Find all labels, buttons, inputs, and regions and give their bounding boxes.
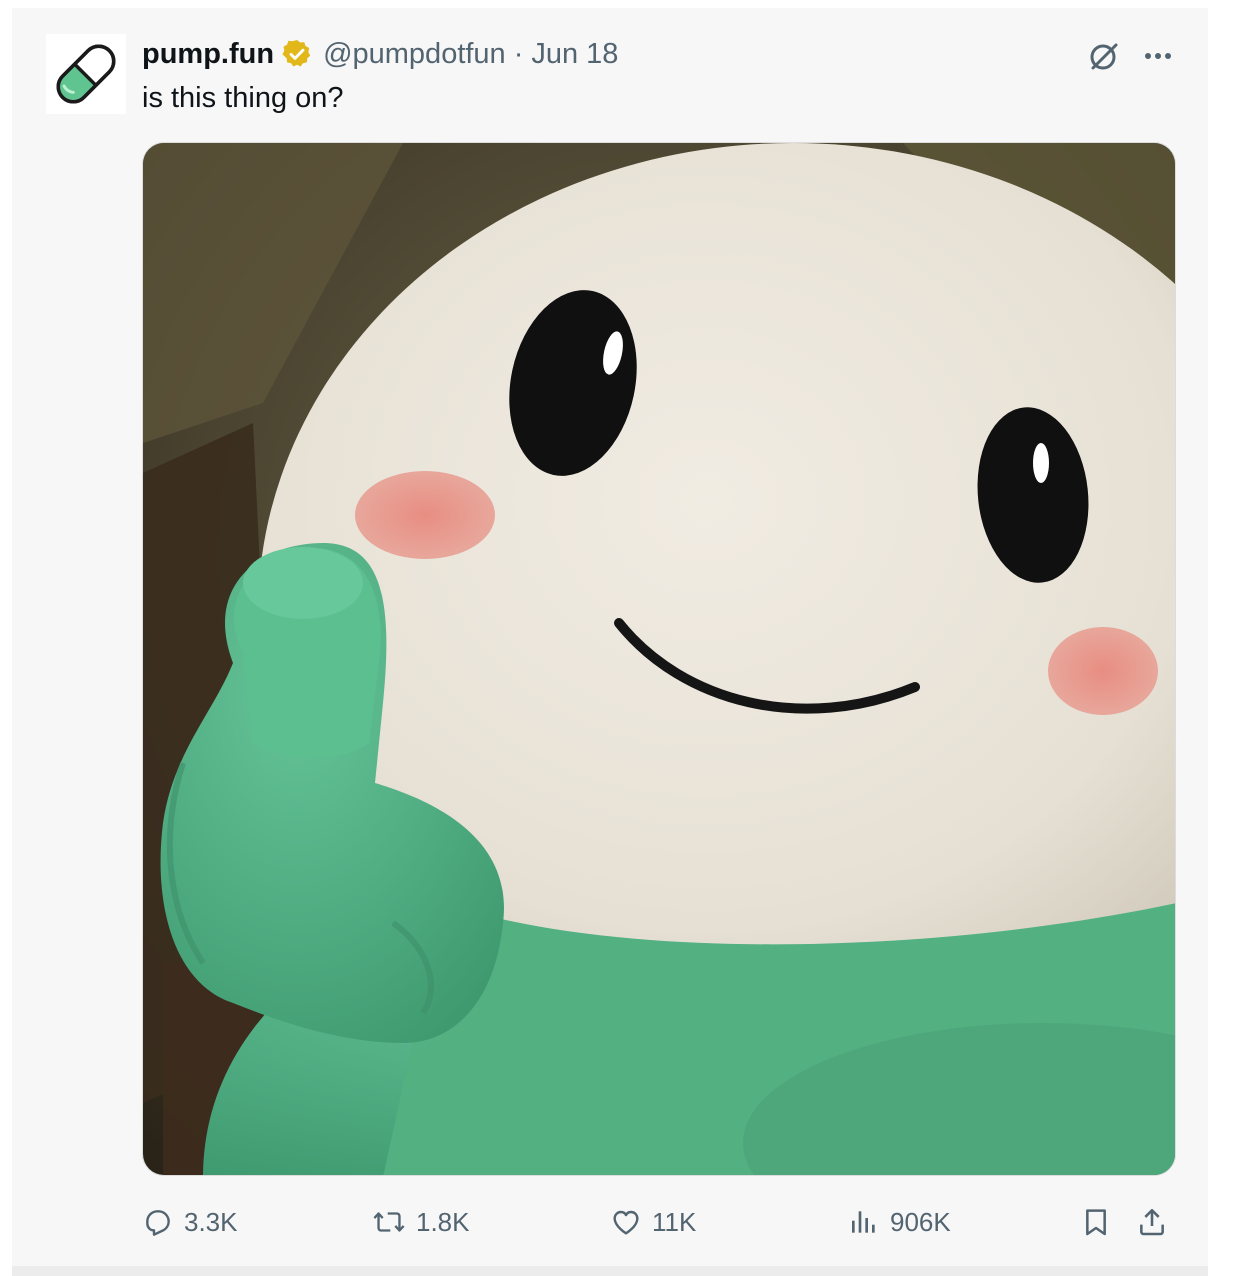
tweet-text: is this thing on? bbox=[142, 82, 344, 114]
tweet-date[interactable]: Jun 18 bbox=[531, 38, 618, 71]
page: pump.fun @pumpdotfun · Jun 18 is this th… bbox=[0, 0, 1244, 1276]
author-display-name[interactable]: pump.fun bbox=[142, 38, 274, 71]
repost-icon bbox=[373, 1212, 405, 1232]
like-button[interactable]: 11K bbox=[610, 1196, 696, 1248]
reply-count: 3.3K bbox=[184, 1206, 238, 1237]
divider bbox=[12, 1266, 1208, 1276]
like-count: 11K bbox=[652, 1206, 697, 1237]
heart-icon bbox=[613, 1210, 639, 1235]
author-handle[interactable]: @pumpdotfun bbox=[323, 38, 506, 71]
repost-count: 1.8K bbox=[416, 1206, 470, 1237]
grok-icon[interactable] bbox=[1086, 38, 1122, 74]
separator-dot: · bbox=[513, 37, 524, 70]
reply-button[interactable]: 3.3K bbox=[142, 1196, 238, 1248]
tweet-action-bar: 3.3K 1.8K 11K 906K bbox=[142, 1196, 1176, 1248]
author-avatar[interactable] bbox=[46, 34, 126, 114]
reply-icon bbox=[146, 1210, 170, 1236]
verified-badge-icon[interactable] bbox=[281, 38, 313, 70]
view-count: 906K bbox=[890, 1206, 951, 1237]
analytics-icon bbox=[852, 1211, 875, 1233]
share-icon bbox=[1140, 1209, 1164, 1236]
tweet-header: pump.fun @pumpdotfun · Jun 18 bbox=[142, 34, 618, 74]
share-button[interactable] bbox=[1136, 1196, 1168, 1248]
repost-button[interactable]: 1.8K bbox=[372, 1196, 470, 1248]
mascot-illustration bbox=[143, 143, 1175, 1175]
views-button[interactable]: 906K bbox=[848, 1196, 951, 1248]
bookmark-button[interactable] bbox=[1080, 1196, 1112, 1248]
pill-icon bbox=[56, 44, 116, 104]
more-icon[interactable] bbox=[1140, 38, 1176, 74]
bookmark-icon bbox=[1086, 1209, 1106, 1236]
tweet-media-image[interactable] bbox=[142, 142, 1176, 1176]
